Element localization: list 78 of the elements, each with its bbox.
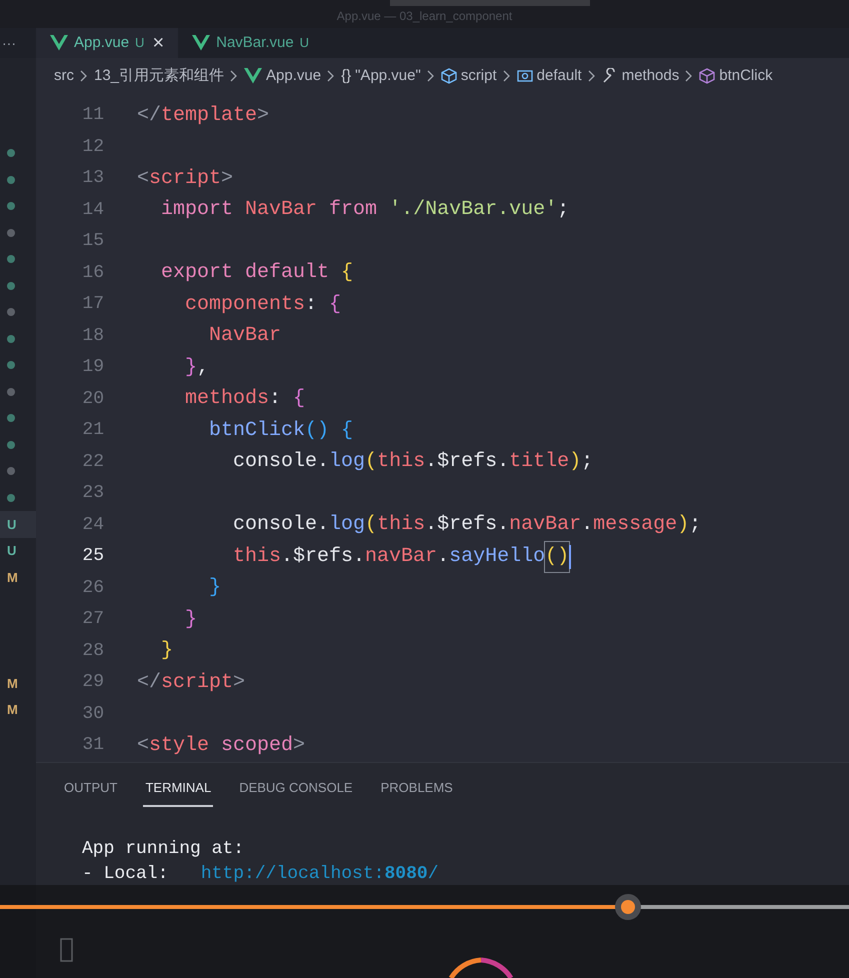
line-number: 18: [81, 324, 104, 348]
ring-icon: [447, 957, 515, 978]
cube-icon: [699, 68, 716, 84]
breadcrumb-item[interactable]: default: [516, 64, 582, 88]
line-number: 23: [81, 482, 104, 506]
breadcrumb-item[interactable]: btnClick: [699, 64, 773, 88]
code-line: NavBar: [208, 323, 282, 350]
code-line: <script>: [137, 166, 234, 192]
git-status-letter: M: [7, 701, 18, 719]
line-number: 26: [81, 576, 104, 600]
line-number: 29: [81, 671, 104, 694]
line-number: 19: [81, 356, 104, 380]
code-line: }: [160, 638, 174, 664]
chevron-icon: [685, 70, 694, 82]
line-number: 25: [81, 545, 104, 568]
code-line: </template>: [137, 102, 270, 129]
cube-icon: [440, 68, 457, 84]
chevron-icon: [426, 70, 435, 82]
variable-icon: [516, 68, 533, 84]
chevron-icon: [327, 70, 336, 82]
close-button[interactable]: ×: [152, 28, 164, 58]
line-number: 12: [81, 136, 104, 159]
git-status-letter: M: [7, 568, 18, 586]
line-number: 31: [81, 734, 104, 758]
git-status-letter: U: [7, 516, 16, 534]
panel-tab[interactable]: PROBLEMS: [378, 771, 455, 807]
vue-logo-icon: [50, 35, 68, 51]
more-menu[interactable]: ···: [2, 32, 16, 54]
code-line: },: [184, 354, 210, 381]
breadcrumb-item[interactable]: App.vue: [244, 64, 322, 88]
line-number: 14: [81, 198, 104, 222]
line-number: 22: [81, 450, 104, 474]
git-status-letter: M: [7, 674, 18, 692]
chevron-icon: [502, 70, 511, 82]
text-cursor: [569, 544, 572, 569]
line-number: 27: [81, 608, 104, 632]
code-line: this.$refs.navBar.sayHello(): [137, 542, 572, 572]
line-number: 28: [81, 640, 104, 663]
code-line: }: [184, 606, 198, 633]
breadcrumb-item[interactable]: {} "App.vue": [341, 64, 421, 88]
code-line: btnClick() {: [208, 418, 354, 444]
line-number: 11: [81, 104, 104, 128]
line-number: 17: [81, 293, 104, 316]
terminal-line: App running at:: [82, 838, 246, 861]
chevron-icon: [80, 70, 88, 82]
line-number: 20: [81, 388, 104, 411]
code-line: import NavBar from './NavBar.vue';: [160, 197, 570, 224]
terminal-line: - Local: http://localhost:8080/: [82, 863, 440, 886]
chevron-icon: [230, 70, 238, 82]
line-number: 16: [81, 262, 104, 285]
breadcrumb-item[interactable]: src: [54, 64, 74, 88]
vue-logo-icon: [192, 35, 210, 51]
braces-icon: {}: [341, 64, 352, 88]
code-line: components: {: [184, 292, 342, 318]
breadcrumb-item[interactable]: methods: [602, 64, 680, 88]
git-status-letter: U: [7, 542, 16, 560]
panel-tab[interactable]: OUTPUT: [62, 771, 120, 807]
breadcrumb-item[interactable]: 13_引用元素和组件: [94, 64, 224, 88]
screen-icon[interactable]: [60, 938, 73, 962]
line-number: 24: [81, 514, 104, 537]
code-line: </script>: [137, 670, 246, 696]
vue-logo-icon: [244, 68, 262, 84]
code-line: <style scoped>: [137, 732, 306, 759]
code-line: console.log(this.$refs.title);: [232, 449, 594, 476]
editor-tab[interactable]: App.vue U ×: [36, 28, 178, 58]
panel-tab[interactable]: DEBUG CONSOLE: [237, 771, 355, 807]
code-line: }: [208, 575, 222, 602]
line-number: 13: [81, 167, 104, 190]
line-number: 21: [81, 419, 104, 442]
line-number: 15: [81, 230, 104, 254]
chevron-icon: [588, 70, 596, 82]
code-line: console.log(this.$refs.navBar.message);: [232, 512, 702, 538]
line-number: 30: [81, 702, 104, 726]
wrench-icon: [602, 68, 618, 84]
code-line: export default {: [160, 260, 354, 286]
breadcrumb-item[interactable]: script: [440, 64, 497, 88]
panel-tab[interactable]: TERMINAL: [143, 771, 214, 807]
code-line: methods: {: [184, 386, 306, 412]
